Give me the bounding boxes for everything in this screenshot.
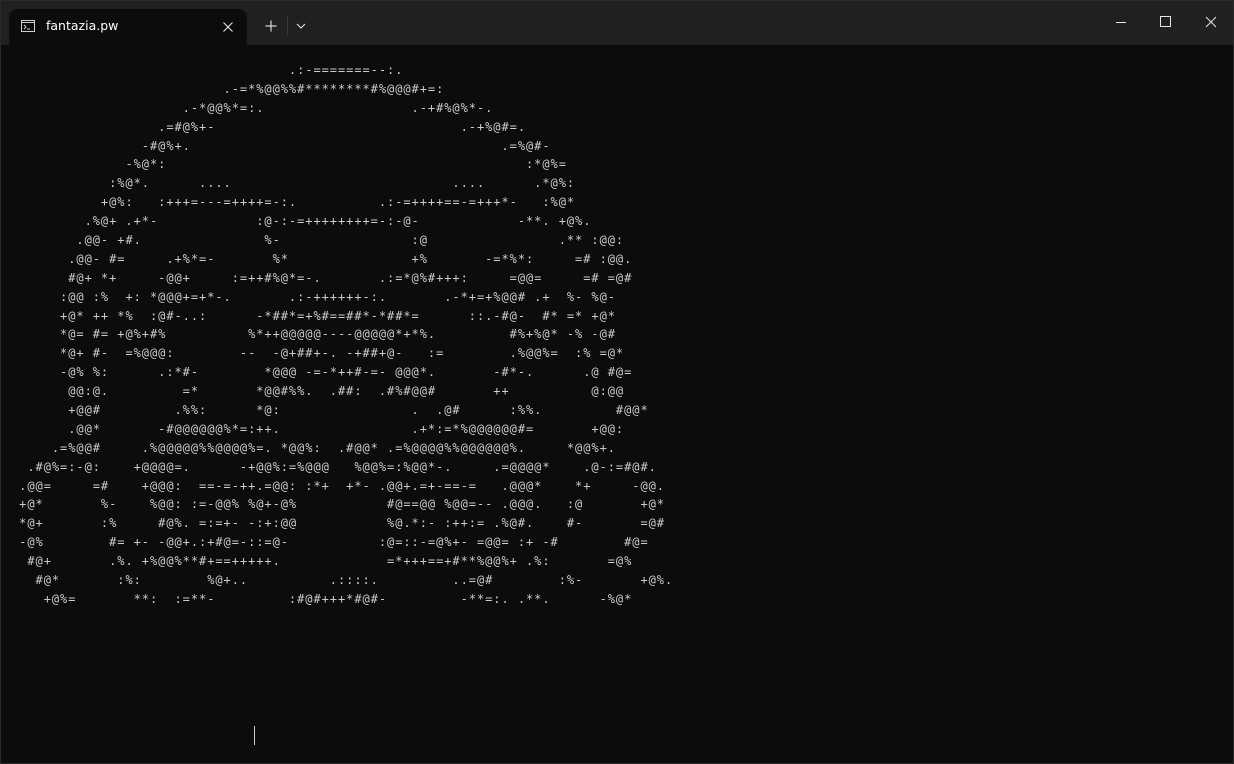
terminal-window: fantazia.pw .:-=======--:. .-=*%@@%%#***…	[0, 0, 1234, 764]
terminal-line: *@= #= +@%+#% %*++@@@@@----@@@@@*+*%. #%…	[11, 327, 616, 342]
terminal-line: .:-=======--:.	[11, 63, 404, 77]
terminal-line: .-*@@%*=:. .-+#%@%*-.	[11, 100, 494, 115]
terminal-line: +@%: :+++=---=++++=-:. .:-=++++==-=+++*-…	[11, 195, 576, 210]
terminal-line: -@% #= +- -@@+.:+#@=-::=@- :@=::-=@%+- =…	[11, 535, 649, 550]
plus-icon	[265, 20, 277, 32]
terminal-line: +@* %- %@@: :=-@@% %@+-@% #@==@@ %@@=-- …	[11, 497, 665, 512]
close-window-button[interactable]	[1188, 1, 1234, 43]
terminal-output[interactable]: .:-=======--:. .-=*%@@%%#********#%@@@#+…	[11, 61, 1221, 741]
tab-separator	[287, 15, 288, 35]
terminal-line: .#@%=:-@: +@@@@=. -+@@%:=%@@@ %@@%=:%@@*…	[11, 459, 657, 474]
terminal-line: #@* :%: %@+.. .::::. ..=@# :%- +@%.	[11, 573, 674, 588]
terminal-line: +@%= **: :=**- :#@#+++*#@#- -**=:. .**. …	[11, 591, 633, 606]
terminal-line: -%@*: :*@%=	[11, 157, 567, 172]
terminal-line: .@@= =# +@@@: ==-=-++.=@@: :*+ +*- .@@+.…	[11, 478, 665, 493]
close-tab-button[interactable]	[218, 17, 238, 37]
tab-fantazia[interactable]: fantazia.pw	[9, 9, 247, 45]
terminal-line: +@@# .%%: *@: . .@# :%%. #@@*	[11, 403, 649, 418]
terminal-icon	[21, 20, 35, 32]
maximize-icon	[1160, 16, 1171, 27]
title-bar[interactable]: fantazia.pw	[1, 1, 1233, 45]
terminal-line: -#@%+. .=%@#-	[11, 138, 551, 153]
terminal-line: :%@*. .... .... .*@%:	[11, 176, 576, 191]
terminal-line: .=#@%+- .-+%@#=.	[11, 119, 527, 134]
minimize-button[interactable]	[1098, 1, 1144, 43]
terminal-line: .@@- #= .+%*=- %* +% -=*%*: =# :@@.	[11, 251, 633, 266]
text-cursor	[254, 726, 255, 745]
tab-title: fantazia.pw	[46, 18, 119, 33]
terminal-line: +@* ++ *% :@#-..: -*##*=+%#==##*-*##*= :…	[11, 308, 616, 323]
minimize-icon	[1116, 22, 1126, 23]
terminal-line: #@+ .%. +%@@%**#+==+++++. =*+++==+#**%@@…	[11, 554, 633, 569]
close-icon	[1205, 16, 1217, 28]
terminal-line: *@+ :% #@%. =:=+- -:+:@@ %@.*:- :++:= .%…	[11, 516, 665, 531]
terminal-line: #@+ *+ -@@+ :=++#%@*=-. .:=*@%#+++: =@@=…	[11, 270, 633, 285]
terminal-line: .@@* -#@@@@@@%*=:++. .+*:=*%@@@@@@#= +@@…	[11, 421, 625, 436]
close-icon	[223, 22, 233, 32]
terminal-line: .%@+ .+*- :@-:-=++++++++=-:-@- -**. +@%.	[11, 214, 592, 229]
terminal-line: .-=*%@@%%#********#%@@@#+=:	[11, 81, 445, 96]
tab-dropdown-button[interactable]	[291, 14, 311, 38]
chevron-down-icon	[296, 23, 306, 29]
new-tab-button[interactable]	[259, 14, 283, 38]
terminal-line: -@% %: .:*#- *@@@ -=-*++#-=- @@@*. -#*-.…	[11, 365, 633, 380]
terminal-line: *@+ #- =%@@@: -- -@+##+-. -+##+@- := .%@…	[11, 346, 625, 361]
terminal-line: @@:@. =* *@@#%%. .##: .#%#@@# ++ @:@@	[11, 384, 625, 399]
maximize-button[interactable]	[1142, 1, 1188, 43]
terminal-line: .=%@@# .%@@@@@%%@@@@%=. *@@%: .#@@* .=%@…	[11, 440, 616, 455]
terminal-line: :@@ :% +: *@@@+=+*-. .:-++++++-:. .-*+=+…	[11, 289, 616, 304]
terminal-line: .@@- +#. %- :@ .** :@@:	[11, 233, 625, 248]
